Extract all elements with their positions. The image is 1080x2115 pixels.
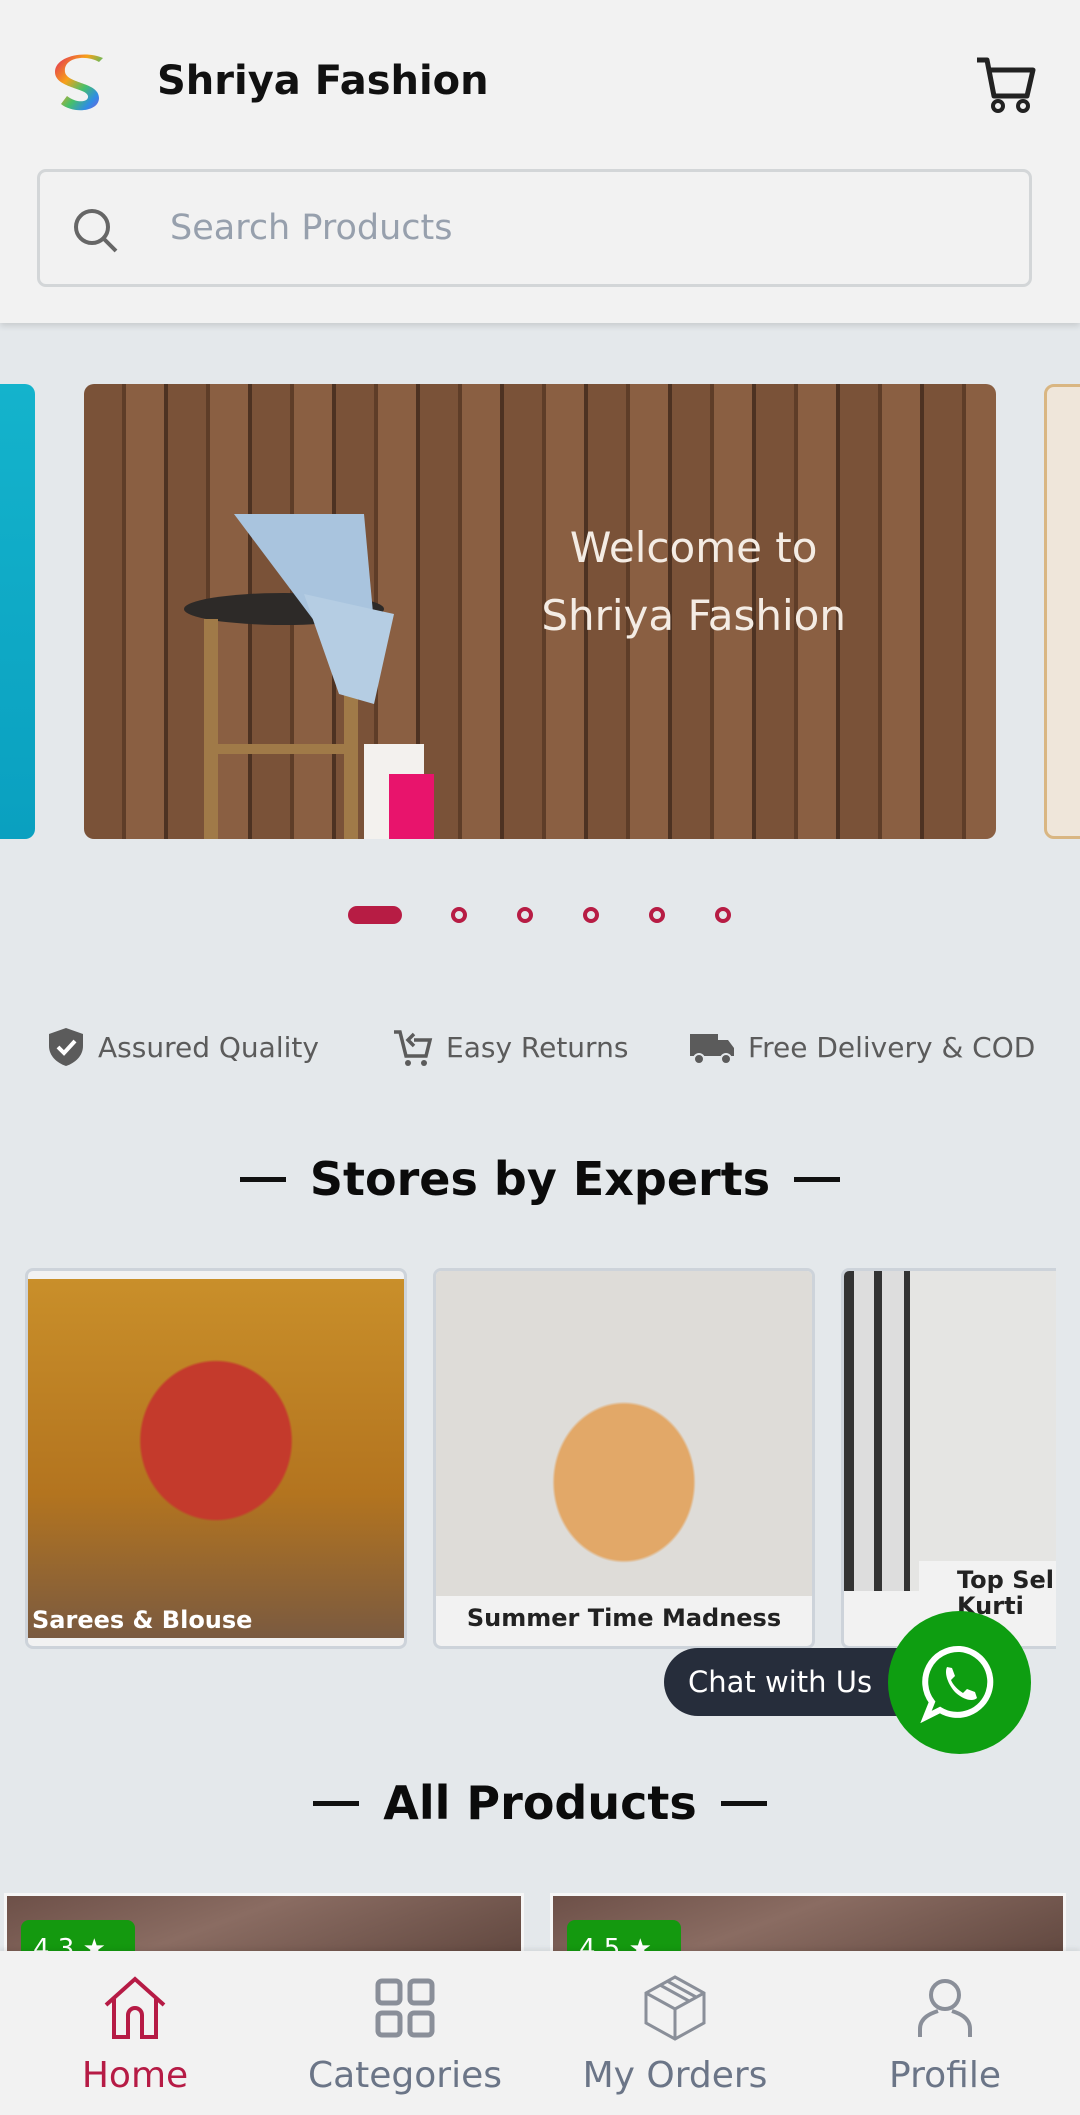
feature-label: Assured Quality (98, 1030, 319, 1064)
app-header: Shriya Fashion (0, 0, 1080, 323)
whatsapp-button[interactable] (888, 1611, 1031, 1754)
carousel-dot[interactable] (517, 907, 533, 923)
nav-label: My Orders (582, 2055, 768, 2096)
shield-check-icon (49, 1028, 83, 1066)
carousel-dot[interactable] (583, 907, 599, 923)
nav-categories[interactable]: Categories (270, 1951, 540, 2115)
divider (239, 1176, 286, 1182)
section-heading: Stores by Experts (309, 1152, 771, 1206)
carousel-slide-next[interactable] (1044, 384, 1080, 839)
whatsapp-icon (919, 1645, 993, 1723)
section-heading: All Products (383, 1776, 697, 1830)
store-image (28, 1279, 404, 1638)
feature-assured-quality: Assured Quality (46, 1026, 319, 1068)
nav-label: Home (81, 2055, 189, 2096)
carousel-dot-active[interactable] (348, 906, 402, 924)
truck-icon (690, 1034, 734, 1065)
app-title: Shriya Fashion (157, 58, 489, 104)
carousel-dot[interactable] (451, 907, 467, 923)
divider (720, 1800, 767, 1806)
feature-easy-returns: Easy Returns (392, 1026, 628, 1068)
search-icon (74, 209, 118, 253)
user-icon (918, 1979, 972, 2037)
grid-icon (375, 1978, 435, 2038)
banner-line-2: Shriya Fashion (541, 591, 846, 640)
home-icon (104, 1976, 166, 2039)
chat-label: Chat with Us (688, 1665, 873, 1699)
return-cart-icon (394, 1030, 433, 1066)
nav-label: Profile (889, 2055, 1001, 2096)
box-icon (644, 1975, 706, 2041)
logo-icon (55, 54, 103, 111)
carousel-dot[interactable] (715, 907, 731, 923)
nav-home[interactable]: Home (0, 1951, 270, 2115)
banner-text: Welcome to Shriya Fashion (541, 514, 846, 650)
store-label: Sarees & Blouse (32, 1606, 253, 1634)
nav-profile[interactable]: Profile (810, 1951, 1080, 2115)
store-image (436, 1271, 812, 1596)
store-label: Summer Time Madness (466, 1604, 782, 1632)
carousel-dot[interactable] (649, 907, 665, 923)
search-input[interactable] (170, 202, 970, 254)
banner-line-1: Welcome to (569, 523, 818, 572)
feature-label: Easy Returns (446, 1030, 629, 1064)
store-card-summer[interactable]: Summer Time Madness (433, 1268, 815, 1649)
feature-free-delivery: Free Delivery & COD (688, 1026, 1035, 1068)
store-card-sarees[interactable]: Sarees & Blouse (25, 1268, 407, 1649)
nav-label: Categories (307, 2055, 503, 2096)
products-section-title: All Products (0, 1776, 1080, 1830)
nav-my-orders[interactable]: My Orders (540, 1951, 810, 2115)
carousel-slide-welcome[interactable]: Welcome to Shriya Fashion (84, 384, 996, 839)
divider (794, 1176, 841, 1182)
stores-section-title: Stores by Experts (0, 1152, 1080, 1206)
divider (313, 1800, 360, 1806)
carousel-slide-previous[interactable] (0, 384, 35, 839)
store-card-kurti[interactable]: Top Sell Kurti (841, 1268, 1056, 1649)
search-bar[interactable] (37, 169, 1032, 287)
banner-image (184, 514, 434, 839)
feature-label: Free Delivery & COD (748, 1030, 1036, 1064)
bottom-navigation: Home Categories My Orders Profile (0, 1951, 1080, 2115)
store-image (844, 1271, 1056, 1591)
cart-icon[interactable] (975, 56, 1037, 114)
